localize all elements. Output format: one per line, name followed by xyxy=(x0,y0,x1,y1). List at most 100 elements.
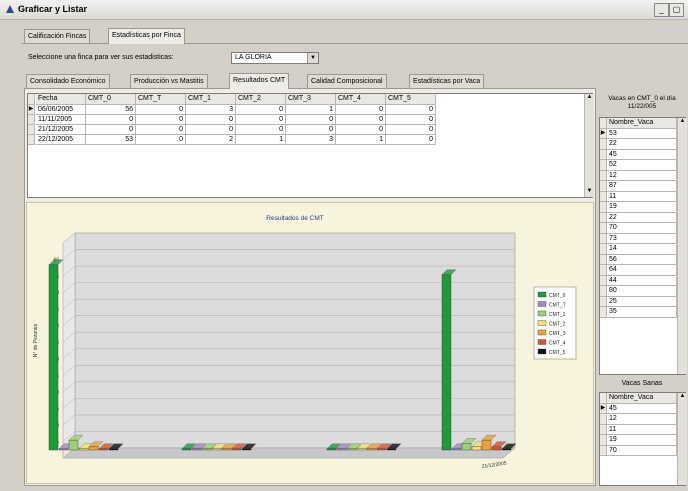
cmt-table[interactable]: Fecha CMT_0 CMT_T CMT_1 CMT_2 CMT_3 CMT_4 CMT_5… xyxy=(27,93,594,198)
scroll-down-icon[interactable]: ▼ xyxy=(585,188,594,197)
row-selector[interactable] xyxy=(600,275,607,286)
row-selector[interactable] xyxy=(600,160,607,171)
table-cell[interactable]: 2 xyxy=(186,135,236,145)
column-header-nombre-vaca[interactable]: Nombre_Vaca xyxy=(607,393,677,404)
table-cell[interactable]: 0 xyxy=(336,115,386,125)
tab-resultados-cmt[interactable]: Resultados CMT xyxy=(229,73,290,89)
row-selector[interactable] xyxy=(600,202,607,213)
list-item[interactable]: 12 xyxy=(607,414,677,425)
column-header-nombre-vaca[interactable]: Nombre_Vaca xyxy=(607,118,677,129)
table-cell[interactable]: 0 xyxy=(286,115,336,125)
row-selector[interactable] xyxy=(600,265,607,276)
list-item[interactable]: 45 xyxy=(607,403,677,414)
list-item[interactable]: 12 xyxy=(607,170,677,181)
vacas-cmt-scrollbar[interactable]: ▲ xyxy=(677,118,687,374)
list-item[interactable]: 45 xyxy=(607,149,677,160)
tab-consolidado-economico[interactable]: Consolidado Económico xyxy=(26,74,110,89)
list-item[interactable]: 80 xyxy=(607,286,677,297)
column-header-cmt-t[interactable]: CMT_T xyxy=(136,94,186,105)
row-selector[interactable] xyxy=(600,435,607,446)
table-cell[interactable]: 0 xyxy=(286,125,336,135)
cmt-table-scrollbar[interactable]: ▲ ▼ xyxy=(584,94,594,197)
row-selector[interactable] xyxy=(600,149,607,160)
row-selector[interactable] xyxy=(600,296,607,307)
table-cell[interactable]: 0 xyxy=(136,105,186,115)
row-selector[interactable] xyxy=(28,125,35,135)
row-selector[interactable]: ▶ xyxy=(600,128,607,139)
list-item[interactable]: 11 xyxy=(607,424,677,435)
list-item[interactable]: 11 xyxy=(607,191,677,202)
table-cell[interactable]: 22/12/2005 xyxy=(36,135,86,145)
row-selector[interactable] xyxy=(600,223,607,234)
row-selector[interactable] xyxy=(600,424,607,435)
list-item[interactable]: 19 xyxy=(607,202,677,213)
table-cell[interactable]: 0 xyxy=(336,105,386,115)
row-selector[interactable] xyxy=(600,181,607,192)
vacas-sanas-scrollbar[interactable]: ▲ xyxy=(677,393,687,485)
table-cell[interactable]: 3 xyxy=(186,105,236,115)
list-item[interactable]: 53 xyxy=(607,128,677,139)
table-cell[interactable]: 0 xyxy=(236,125,286,135)
table-cell[interactable]: 0 xyxy=(136,135,186,145)
row-selector[interactable] xyxy=(28,115,35,125)
scroll-up-icon[interactable]: ▲ xyxy=(585,94,594,103)
table-cell[interactable]: 0 xyxy=(336,125,386,135)
row-selector[interactable] xyxy=(28,135,35,145)
row-selector[interactable]: ▶ xyxy=(28,105,35,115)
table-cell[interactable]: 21/12/2005 xyxy=(36,125,86,135)
table-cell[interactable]: 0 xyxy=(186,125,236,135)
row-selector[interactable] xyxy=(600,212,607,223)
row-selector[interactable] xyxy=(600,139,607,150)
row-selector[interactable] xyxy=(600,254,607,265)
list-item[interactable]: 70 xyxy=(607,445,677,456)
table-cell[interactable]: 56 xyxy=(86,105,136,115)
tab-estadisticas-por-finca[interactable]: Estadísticas por Finca xyxy=(108,28,185,44)
column-header-cmt-5[interactable]: CMT_5 xyxy=(386,94,436,105)
scroll-up-icon[interactable]: ▲ xyxy=(678,393,687,402)
table-cell[interactable]: 0 xyxy=(386,125,436,135)
list-item[interactable]: 87 xyxy=(607,181,677,192)
row-selector[interactable] xyxy=(600,307,607,318)
table-cell[interactable]: 0 xyxy=(386,105,436,115)
vacas-cmt-table[interactable]: Nombre_Vaca ▶ 53 22 45 52 12 87 11 19 22 70 73 14 56 64… xyxy=(599,117,687,375)
finca-select[interactable]: LA GLORIA ▼ xyxy=(231,52,319,64)
list-item[interactable]: 19 xyxy=(607,435,677,446)
column-header-fecha[interactable]: Fecha xyxy=(36,94,86,105)
row-selector[interactable]: ▶ xyxy=(600,403,607,414)
row-selector[interactable] xyxy=(600,244,607,255)
chevron-down-icon[interactable]: ▼ xyxy=(307,53,318,63)
row-selector[interactable] xyxy=(600,233,607,244)
table-cell[interactable]: 1 xyxy=(236,135,286,145)
table-cell[interactable]: 1 xyxy=(286,105,336,115)
table-cell[interactable]: 0 xyxy=(86,115,136,125)
vacas-sanas-table[interactable]: Nombre_Vaca ▶ 45 12 11 19 70 ▲ xyxy=(599,392,687,486)
tab-estadisticas-por-vaca[interactable]: Estadísticas por Vaca xyxy=(409,74,485,89)
row-selector[interactable] xyxy=(600,445,607,456)
list-item[interactable]: 64 xyxy=(607,265,677,276)
tab-calidad-composicional[interactable]: Calidad Composicional xyxy=(307,74,387,89)
column-header-cmt-1[interactable]: CMT_1 xyxy=(186,94,236,105)
row-selector[interactable] xyxy=(600,170,607,181)
table-cell[interactable]: 06/06/2005 xyxy=(36,105,86,115)
table-cell[interactable]: 11/11/2005 xyxy=(36,115,86,125)
table-cell[interactable]: 0 xyxy=(236,105,286,115)
row-selector[interactable] xyxy=(600,414,607,425)
list-item[interactable]: 70 xyxy=(607,223,677,234)
tab-calificacion-fincas[interactable]: Calificación Fincas xyxy=(24,29,91,44)
list-item[interactable]: 22 xyxy=(607,139,677,150)
table-cell[interactable]: 0 xyxy=(236,115,286,125)
tab-produccion-vs-mastitis[interactable]: Producción vs Mastitis xyxy=(130,74,208,89)
list-item[interactable]: 56 xyxy=(607,254,677,265)
table-cell[interactable]: 0 xyxy=(386,115,436,125)
column-header-cmt-2[interactable]: CMT_2 xyxy=(236,94,286,105)
list-item[interactable]: 35 xyxy=(607,307,677,318)
row-selector[interactable] xyxy=(600,286,607,297)
table-cell[interactable]: 0 xyxy=(136,115,186,125)
list-item[interactable]: 14 xyxy=(607,244,677,255)
list-item[interactable]: 52 xyxy=(607,160,677,171)
minimize-button[interactable]: _ xyxy=(654,3,669,17)
table-cell[interactable]: 53 xyxy=(86,135,136,145)
list-item[interactable]: 25 xyxy=(607,296,677,307)
column-header-cmt-3[interactable]: CMT_3 xyxy=(286,94,336,105)
table-cell[interactable]: 3 xyxy=(286,135,336,145)
